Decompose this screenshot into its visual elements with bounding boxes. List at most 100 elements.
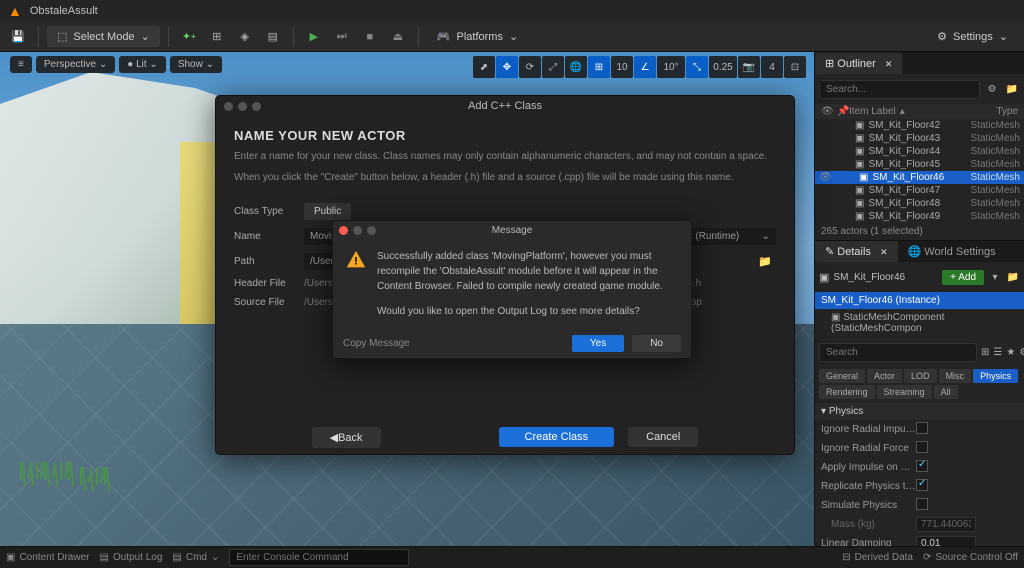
show-button[interactable]: Show ⌄	[170, 56, 222, 73]
outliner-item[interactable]: ▣ SM_Kit_Floor42StaticMesh	[815, 119, 1024, 132]
blueprint-icon[interactable]: ◈	[233, 26, 257, 48]
scale-tool-icon[interactable]: ⤢	[542, 56, 564, 78]
eject-icon[interactable]: ⏏	[386, 26, 410, 48]
add-component-button[interactable]: + Add	[942, 270, 984, 285]
viewport-menu-button[interactable]: ≡	[10, 56, 32, 73]
cat-all[interactable]: All	[934, 385, 958, 399]
cat-streaming[interactable]: Streaming	[877, 385, 932, 399]
derived-data-button[interactable]: ⊟ Derived Data	[842, 552, 913, 563]
output-log-button[interactable]: ▤ Output Log	[99, 552, 162, 563]
cinematics-icon[interactable]: ▤	[261, 26, 285, 48]
rotate-tool-icon[interactable]: ⟳	[519, 56, 541, 78]
grid-snap-value[interactable]: 10	[611, 56, 633, 78]
traffic-close-icon[interactable]	[224, 102, 233, 111]
component-row[interactable]: ▣ StaticMeshComponent (StaticMeshCompon	[815, 309, 1024, 337]
source-control-button[interactable]: ⟳ Source Control Off	[923, 552, 1018, 563]
browse-icon[interactable]: 📁	[1006, 266, 1020, 288]
replicate-physics-checkbox[interactable]	[916, 479, 928, 491]
add-content-icon[interactable]: ✦+	[177, 26, 201, 48]
details-search-input[interactable]	[819, 343, 977, 362]
tab-outliner[interactable]: ⊞ Outliner ✕	[815, 53, 902, 74]
public-button[interactable]: Public	[304, 203, 351, 220]
no-button[interactable]: No	[632, 335, 681, 352]
ignore-radial-force-checkbox[interactable]	[916, 441, 928, 453]
cat-physics[interactable]: Physics	[973, 369, 1018, 383]
outliner-item[interactable]: ▣ SM_Kit_Floor44StaticMesh	[815, 145, 1024, 158]
view-grid-icon[interactable]: ⊞	[981, 341, 989, 363]
stop-icon[interactable]: ■	[358, 26, 382, 48]
cat-actor[interactable]: Actor	[867, 369, 902, 383]
create-class-button[interactable]: Create Class	[499, 427, 615, 447]
pin-column-icon[interactable]: 📌	[837, 106, 849, 117]
mesh-icon: ▣	[855, 211, 864, 222]
move-tool-icon[interactable]: ✥	[496, 56, 518, 78]
outliner-item[interactable]: 👁▣ SM_Kit_Floor46StaticMesh	[815, 171, 1024, 184]
angle-snap-icon[interactable]: ∠	[634, 56, 656, 78]
view-list-icon[interactable]: ☰	[993, 341, 1002, 363]
save-icon[interactable]: 💾	[6, 26, 30, 48]
platforms-button[interactable]: 🎮 Platforms ⌄	[427, 26, 528, 47]
tab-details[interactable]: ✎ Details ✕	[815, 241, 898, 262]
lit-button[interactable]: ● Lit ⌄	[119, 56, 166, 73]
back-button[interactable]: ◀Back	[312, 427, 381, 448]
mesh-icon: ▣	[855, 146, 864, 157]
copy-message-button[interactable]: Copy Message	[343, 338, 564, 349]
tab-world-settings[interactable]: 🌐 World Settings	[898, 241, 1006, 262]
cmd-dropdown[interactable]: ▤ Cmd ⌄	[172, 552, 219, 563]
platforms-icon: 🎮	[437, 30, 451, 43]
outliner-item[interactable]: ▣ SM_Kit_Floor45StaticMesh	[815, 158, 1024, 171]
console-command-input[interactable]	[229, 549, 409, 566]
traffic-close-icon[interactable]	[339, 226, 348, 235]
settings-button[interactable]: ⚙ Settings ⌄	[927, 26, 1018, 47]
simulate-physics-checkbox[interactable]	[916, 498, 928, 510]
outliner-item[interactable]: ▣ SM_Kit_Floor43StaticMesh	[815, 132, 1024, 145]
traffic-max-icon[interactable]	[367, 226, 376, 235]
angle-snap-value[interactable]: 10°	[657, 56, 685, 78]
close-icon[interactable]: ✕	[885, 59, 893, 69]
marketplace-icon[interactable]: ⊞	[205, 26, 229, 48]
section-physics[interactable]: ▾ Physics	[815, 403, 1024, 420]
settings-icon[interactable]: ⚙	[984, 78, 1000, 100]
yes-button[interactable]: Yes	[572, 335, 624, 352]
cat-rendering[interactable]: Rendering	[819, 385, 875, 399]
filter-icon[interactable]: 📁	[1004, 78, 1020, 100]
filter-icon[interactable]: ▾	[988, 266, 1002, 288]
message-modal: Message ! Successfully added class 'Movi…	[332, 220, 692, 359]
camera-speed-icon[interactable]: 📷	[738, 56, 760, 78]
viewport-maximize-icon[interactable]: ⊡	[784, 56, 806, 78]
actor-name-field[interactable]: SM_Kit_Floor46	[833, 272, 938, 283]
visibility-icon[interactable]: 👁	[819, 172, 835, 183]
favorite-icon[interactable]: ★	[1006, 341, 1015, 363]
perspective-button[interactable]: Perspective ⌄	[36, 56, 115, 73]
camera-speed-value[interactable]: 4	[761, 56, 783, 78]
apply-impulse-checkbox[interactable]	[916, 460, 928, 472]
cat-misc[interactable]: Misc	[939, 369, 972, 383]
visibility-column-icon[interactable]: 👁	[821, 106, 837, 117]
traffic-min-icon[interactable]	[238, 102, 247, 111]
ignore-radial-impulse-checkbox[interactable]	[916, 422, 928, 434]
outliner-item[interactable]: ▣ SM_Kit_Floor49StaticMesh	[815, 210, 1024, 223]
folder-icon[interactable]: 📁	[754, 255, 776, 268]
select-mode-button[interactable]: ⬚ Select Mode ⌄	[47, 26, 160, 47]
select-tool-icon[interactable]: ⬈	[473, 56, 495, 78]
linear-damping-input[interactable]	[916, 536, 976, 546]
content-drawer-button[interactable]: ▣ Content Drawer	[6, 552, 89, 563]
scale-snap-icon[interactable]: ⤡	[686, 56, 708, 78]
skip-icon[interactable]: ⏭	[330, 26, 354, 48]
close-icon[interactable]: ✕	[880, 247, 888, 257]
outliner-item[interactable]: ▣ SM_Kit_Floor48StaticMesh	[815, 197, 1024, 210]
cat-lod[interactable]: LOD	[904, 369, 937, 383]
mass-input[interactable]	[916, 517, 976, 532]
traffic-min-icon[interactable]	[353, 226, 362, 235]
instance-row[interactable]: SM_Kit_Floor46 (Instance)	[815, 292, 1024, 309]
coordinate-space-icon[interactable]: 🌐	[565, 56, 587, 78]
cancel-button[interactable]: Cancel	[628, 427, 698, 447]
cat-general[interactable]: General	[819, 369, 865, 383]
outliner-search-input[interactable]	[819, 80, 980, 99]
settings-icon[interactable]: ⚙	[1019, 341, 1024, 363]
outliner-item[interactable]: ▣ SM_Kit_Floor47StaticMesh	[815, 184, 1024, 197]
scale-snap-value[interactable]: 0.25	[709, 56, 737, 78]
play-icon[interactable]: ▶	[302, 26, 326, 48]
grid-snap-icon[interactable]: ⊞	[588, 56, 610, 78]
traffic-max-icon[interactable]	[252, 102, 261, 111]
